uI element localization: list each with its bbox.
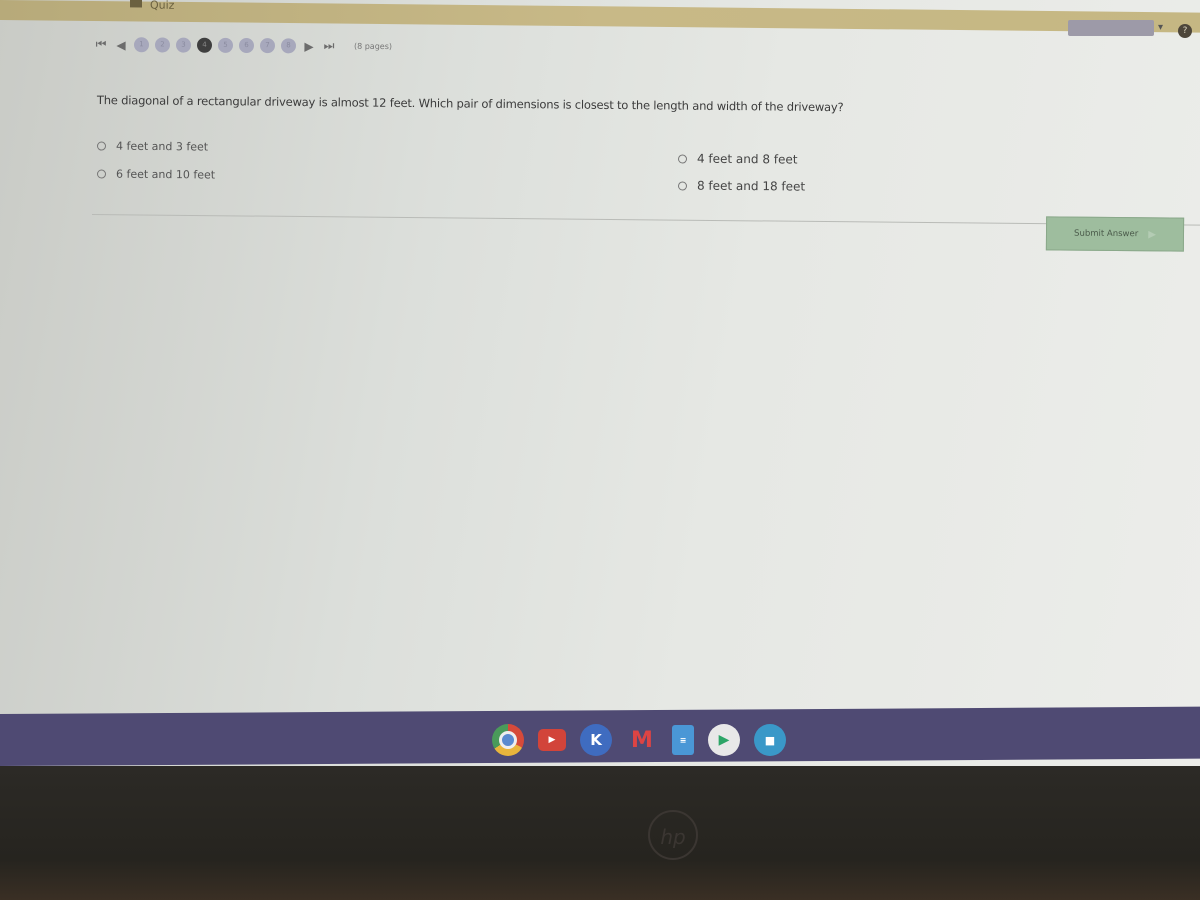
choice-label: 6 feet and 10 feet [115,167,216,182]
browser-tab[interactable]: Quiz [150,0,174,12]
choice-label: 8 feet and 18 feet [696,178,806,194]
shelf-apps: ▶ K M ≡ ▶ ■ [492,724,786,756]
page-button-3[interactable]: 3 [175,37,192,53]
last-page-icon[interactable]: ⏭ [322,39,336,54]
laptop-bezel [0,766,1200,900]
page-button-7[interactable]: 7 [259,38,276,54]
chrome-icon[interactable] [492,724,524,756]
hp-logo: hp [648,810,698,860]
page-count-label: (8 pages) [353,41,393,52]
page-button-5[interactable]: 5 [217,37,234,53]
meet-icon[interactable]: ■ [754,724,786,756]
answer-choice-d[interactable]: 8 feet and 18 feet [677,178,806,194]
browser-top-bar: Quiz [0,0,1200,33]
page-button-6[interactable]: 6 [238,37,255,54]
answer-choice-a[interactable]: 4 feet and 3 feet [96,139,209,154]
choice-label: 4 feet and 3 feet [115,139,209,154]
laptop-screen: Quiz ▾ ? ⏮ ◀ 1 2 3 4 5 6 7 8 ▶ ⏭ (8 page… [0,0,1200,790]
chevron-down-icon[interactable]: ▾ [1158,22,1163,33]
submit-label: Submit Answer [1074,228,1139,240]
answer-choice-b[interactable]: 6 feet and 10 feet [96,167,216,182]
page-navigation: ⏮ ◀ 1 2 3 4 5 6 7 8 ▶ ⏭ (8 pages) [94,37,392,54]
search-input[interactable] [1068,20,1154,36]
answer-choice-c[interactable]: 4 feet and 8 feet [677,151,798,167]
question-text: The diagonal of a rectangular driveway i… [96,93,844,115]
submit-answer-button[interactable]: Submit Answer ▶ [1045,216,1185,252]
divider [91,214,1200,226]
docs-icon[interactable]: ≡ [672,725,694,755]
radio-button[interactable] [677,180,688,191]
previous-page-icon[interactable]: ◀ [114,38,128,52]
choice-label: 4 feet and 8 feet [696,151,798,167]
next-page-icon[interactable]: ▶ [302,39,316,53]
radio-button[interactable] [677,153,688,164]
help-icon[interactable]: ? [1178,24,1192,38]
kami-icon[interactable]: K [580,724,612,756]
page-button-2[interactable]: 2 [154,37,171,53]
page-button-4-current[interactable]: 4 [196,37,213,53]
page-button-8[interactable]: 8 [280,38,297,54]
radio-button[interactable] [96,141,107,151]
first-page-icon[interactable]: ⏮ [94,37,108,52]
radio-button[interactable] [96,169,107,179]
play-arrow-icon: ▶ [1148,228,1156,240]
tab-favicon-icon [130,0,142,8]
play-store-icon[interactable]: ▶ [708,724,740,756]
gmail-icon[interactable]: M [626,724,658,756]
youtube-icon[interactable]: ▶ [538,729,566,751]
page-button-1[interactable]: 1 [133,37,150,53]
